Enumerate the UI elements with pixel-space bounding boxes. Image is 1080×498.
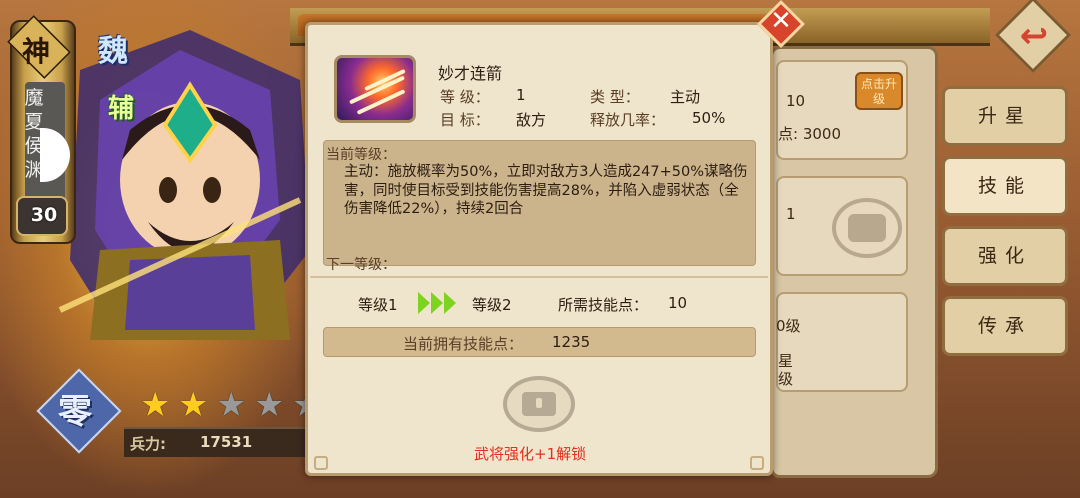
- info-card: [776, 292, 908, 392]
- star-icon: ★: [140, 385, 171, 425]
- star-icon: ★: [216, 385, 247, 425]
- from-level: 等级1: [358, 296, 398, 314]
- divider: [310, 276, 768, 278]
- tab-skill[interactable]: 技能: [942, 156, 1068, 216]
- info-value: 点: 3000: [778, 125, 841, 143]
- info-value: 1: [786, 205, 796, 223]
- skill-level-value: 1: [516, 86, 526, 104]
- skill-type-value: 主动: [670, 88, 701, 106]
- tab-upgrade-star[interactable]: 升星: [942, 86, 1068, 146]
- info-value: 10: [786, 92, 806, 110]
- faction-badge: 魏: [98, 34, 128, 69]
- tab-enhance[interactable]: 强化: [942, 226, 1068, 286]
- star-rating: ★ ★ ★ ★ ★: [140, 388, 326, 422]
- next-level-title: 下一等级：: [326, 257, 396, 273]
- role-badge: 辅: [108, 94, 135, 124]
- to-level: 等级2: [472, 296, 512, 314]
- skill-target-value: 敌方: [516, 111, 547, 129]
- owned-points-bar: [323, 327, 756, 357]
- skill-level-label: 等 级：: [440, 88, 490, 106]
- skill-rate-value: 50%: [692, 109, 726, 127]
- required-points-label: 所需技能点：: [558, 296, 649, 314]
- info-value: 级: [778, 370, 794, 388]
- chevron-icon: [444, 292, 456, 314]
- lock-keyhole: [536, 398, 542, 408]
- skill-description: 主动：施放概率为50%，立即对敌方3人造成247+50%谋略伤害，同时使目标受到…: [344, 164, 748, 217]
- chevron-icon: [418, 292, 430, 314]
- skill-rate-label: 释放几率：: [590, 111, 666, 129]
- skill-name: 妙才连箭: [438, 64, 503, 83]
- info-value: 0级: [776, 317, 801, 335]
- required-points-value: 10: [668, 294, 688, 312]
- star-icon: ★: [254, 385, 285, 425]
- hero-portrait: [58, 30, 310, 340]
- rank-badge: 神: [22, 35, 51, 68]
- owned-points-label: 当前拥有技能点：: [403, 335, 524, 353]
- corner-ornament: [314, 456, 328, 470]
- star-icon: ★: [178, 385, 209, 425]
- corner-ornament: [750, 456, 764, 470]
- skill-target-label: 目 标：: [440, 111, 490, 129]
- lock-icon-body: [848, 214, 886, 242]
- upgrade-button[interactable]: 点击升级: [855, 72, 903, 110]
- current-level-title: 当前等级：: [326, 147, 396, 163]
- power-label: 兵力:: [130, 435, 166, 453]
- element-badge: 零: [58, 392, 92, 432]
- skill-icon-streak: [348, 75, 406, 105]
- back-button[interactable]: ↩: [994, 0, 1072, 74]
- skill-icon: [334, 55, 416, 123]
- triple-chevron-icon: [418, 292, 460, 314]
- hero-level: 30: [30, 204, 58, 226]
- unlock-hint: 武将强化+1解锁: [474, 445, 587, 463]
- close-icon: ✕: [770, 6, 792, 36]
- owned-points-value: 1235: [552, 333, 591, 351]
- back-arrow-icon: ↩: [1019, 16, 1049, 56]
- skill-type-label: 类 型：: [590, 88, 640, 106]
- power-value: 17531: [200, 433, 253, 451]
- chevron-icon: [431, 292, 443, 314]
- close-button[interactable]: ✕: [754, 0, 808, 49]
- tab-inherit[interactable]: 传承: [942, 296, 1068, 356]
